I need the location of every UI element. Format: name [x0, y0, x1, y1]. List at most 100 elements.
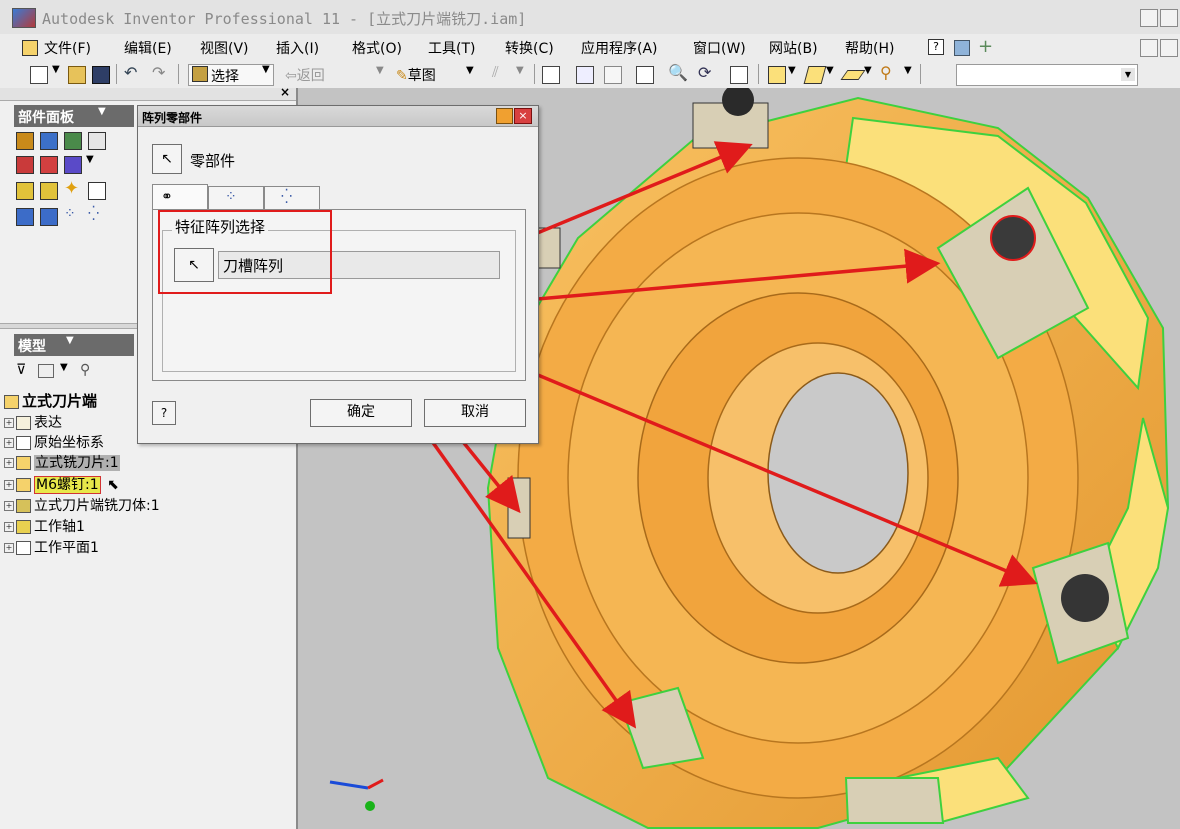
mirror-icon[interactable]: [64, 156, 82, 174]
menu-bar: 文件(F) 编辑(E) 视图(V) 插入(I) 格式(O) 工具(T) 转换(C…: [0, 34, 1180, 61]
material-icon[interactable]: [16, 208, 34, 226]
mirror-dropdown-icon[interactable]: ▼: [86, 154, 94, 165]
dimension-icon[interactable]: ⫽: [492, 63, 499, 81]
color-select[interactable]: ▼: [956, 64, 1138, 86]
find-icon[interactable]: ⚲: [80, 362, 90, 378]
menu-website[interactable]: 网站(B): [769, 38, 818, 58]
help-button[interactable]: ?: [152, 401, 176, 425]
tree-item-root[interactable]: 立式刀片端: [4, 390, 97, 410]
sketch-dropdown-icon[interactable]: ▼: [466, 65, 474, 76]
tab-associative[interactable]: ⚭: [152, 184, 208, 211]
tab-circular[interactable]: ⁛: [264, 186, 320, 209]
plus-icon[interactable]: +: [978, 36, 993, 57]
menu-window[interactable]: 窗口(W): [693, 38, 746, 58]
constraint-icon[interactable]: [16, 156, 34, 174]
menu-view[interactable]: 视图(V): [200, 38, 249, 58]
section-icon[interactable]: [88, 182, 106, 200]
tree-item-origin[interactable]: + 原始坐标系: [4, 432, 104, 451]
parts-panel-header[interactable]: 部件面板 ▼: [14, 105, 134, 127]
hierarchy-icon[interactable]: ⚲: [880, 63, 892, 82]
expand-icon[interactable]: +: [4, 480, 14, 490]
doc-minimize-button[interactable]: [1140, 39, 1158, 57]
new-dropdown-icon[interactable]: ▼: [52, 64, 60, 75]
work-point-icon[interactable]: ✦: [64, 178, 79, 199]
perspective-icon[interactable]: [803, 66, 827, 84]
zoom-selected-icon[interactable]: 🔍: [668, 63, 688, 82]
look-at-icon[interactable]: [730, 66, 748, 84]
document-icon: [22, 40, 38, 56]
model-panel-header[interactable]: 模型 ▼: [14, 334, 134, 356]
network-icon[interactable]: [954, 40, 970, 56]
zoom-icon[interactable]: [604, 66, 622, 84]
replace-icon[interactable]: [40, 156, 58, 174]
highlight-box: [158, 210, 332, 294]
menu-tools[interactable]: 工具(T): [428, 38, 475, 58]
expand-icon[interactable]: +: [4, 543, 14, 553]
menu-convert[interactable]: 转换(C): [505, 38, 554, 58]
tab-rectangular[interactable]: ⁘: [208, 186, 264, 209]
panel-close-icon[interactable]: ×: [280, 85, 290, 99]
help-icon[interactable]: ?: [928, 39, 944, 55]
display-mode-icon[interactable]: [768, 66, 786, 84]
undo-icon[interactable]: ↶: [124, 63, 137, 82]
cancel-button[interactable]: 取消: [424, 399, 526, 427]
pan-icon[interactable]: [636, 66, 654, 84]
place-component-icon[interactable]: [16, 132, 34, 150]
doc-restore-button[interactable]: [1160, 39, 1178, 57]
rotate-icon[interactable]: ⟳: [698, 63, 711, 82]
select-dropdown-icon[interactable]: ▼: [262, 64, 270, 75]
hierarchy-dropdown-icon[interactable]: ▼: [904, 65, 912, 76]
expand-icon[interactable]: +: [4, 458, 14, 468]
expand-icon[interactable]: +: [4, 522, 14, 532]
minimize-button[interactable]: [1140, 9, 1158, 27]
menu-help[interactable]: 帮助(H): [845, 38, 894, 58]
zoom-window-icon[interactable]: [576, 66, 594, 84]
work-plane-icon[interactable]: [16, 182, 34, 200]
filter-icon[interactable]: ⊽: [16, 362, 26, 378]
tree-item-work-plane[interactable]: + 工作平面1: [4, 537, 99, 556]
expand-icon[interactable]: +: [4, 418, 14, 428]
perspective-dropdown-icon[interactable]: ▼: [826, 65, 834, 76]
tree-item-work-axis[interactable]: + 工作轴1: [4, 516, 85, 535]
work-axis-icon[interactable]: [40, 182, 58, 200]
ok-button[interactable]: 确定: [310, 399, 412, 427]
back-button[interactable]: ⇦返回: [285, 65, 325, 85]
save-icon[interactable]: [92, 66, 110, 84]
zoom-all-icon[interactable]: [542, 66, 560, 84]
pattern-component-icon[interactable]: [88, 132, 106, 150]
sketch-button[interactable]: ✎草图: [396, 65, 436, 85]
panel-grip[interactable]: ×: [0, 85, 296, 101]
display-mode-dropdown-icon[interactable]: ▼: [788, 65, 796, 76]
new-icon[interactable]: [30, 66, 48, 84]
create-component-icon[interactable]: [40, 132, 58, 150]
component-select-button[interactable]: ↖: [152, 144, 182, 174]
menu-edit[interactable]: 编辑(E): [124, 38, 172, 58]
dialog-title-bar[interactable]: 阵列零部件 ×: [138, 106, 538, 127]
shadow-icon[interactable]: [840, 70, 866, 80]
tree-item-cutter-body[interactable]: + 立式刀片端铣刀体:1: [4, 495, 160, 514]
feature-icon[interactable]: [40, 208, 58, 226]
expand-icon[interactable]: +: [4, 438, 14, 448]
shadow-dropdown-icon[interactable]: ▼: [864, 65, 872, 76]
main-toolbar: ▼ ↶ ↷ 选择 ▼ ⇦返回 ▼ ✎草图 ▼ ⫽ ▼ 🔍 ⟳ ▼ ▼ ▼ ⚲ ▼…: [0, 60, 1180, 89]
pattern-dots-icon[interactable]: ⁘: [64, 206, 76, 222]
view-options-icon[interactable]: [38, 364, 54, 378]
maximize-button[interactable]: [1160, 9, 1178, 27]
place-content-icon[interactable]: [64, 132, 82, 150]
tree-item-representations[interactable]: + 表达: [4, 412, 62, 431]
menu-format[interactable]: 格式(O): [352, 38, 402, 58]
circular-pattern-icon[interactable]: ⁛: [88, 206, 99, 222]
back-dropdown-icon[interactable]: ▼: [376, 65, 384, 76]
expand-icon[interactable]: +: [4, 501, 14, 511]
redo-icon[interactable]: ↷: [152, 63, 165, 82]
dialog-pin-icon[interactable]: [496, 108, 513, 124]
dialog-close-icon[interactable]: ×: [514, 108, 532, 124]
menu-insert[interactable]: 插入(I): [276, 38, 319, 58]
tree-item-insert[interactable]: + 立式铣刀片:1: [4, 452, 120, 471]
tree-item-screw[interactable]: + M6螺钉:1 ⬉: [4, 474, 119, 494]
menu-file[interactable]: 文件(F): [44, 38, 91, 58]
view-options-dropdown-icon[interactable]: ▼: [60, 362, 68, 373]
dimension-dropdown-icon[interactable]: ▼: [516, 65, 524, 76]
open-icon[interactable]: [68, 66, 86, 84]
menu-applications[interactable]: 应用程序(A): [581, 38, 658, 58]
